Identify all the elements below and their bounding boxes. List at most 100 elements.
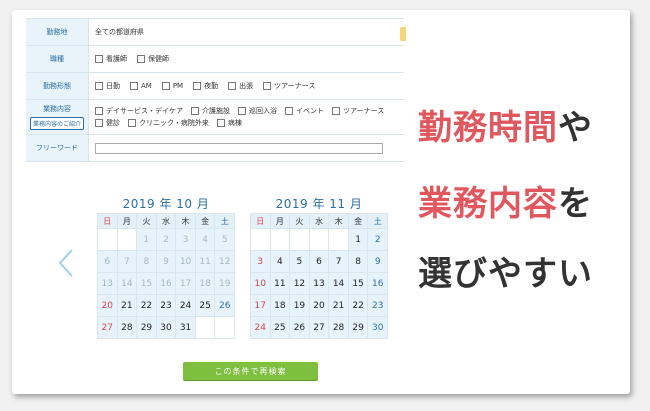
checkbox-option[interactable]: 看護師 xyxy=(95,54,127,64)
checkbox[interactable] xyxy=(216,119,225,127)
calendar-title: 2019 年 10 月 xyxy=(122,197,210,211)
calendar-day[interactable]: 29 xyxy=(348,317,369,339)
caption-line-1: 勤務時間や xyxy=(418,108,630,148)
calendar-day[interactable]: 25 xyxy=(195,295,216,317)
checkbox-option[interactable]: 巡回入浴 xyxy=(238,106,277,116)
checkbox-option[interactable]: AM xyxy=(130,82,152,90)
checkbox-option[interactable]: イベント xyxy=(285,106,324,116)
checkbox[interactable] xyxy=(193,82,202,90)
calendar-day[interactable]: 30 xyxy=(368,317,388,339)
calendar-day[interactable]: 2 xyxy=(368,229,388,251)
option-label: 保健師 xyxy=(148,55,169,63)
calendar-day[interactable]: 13 xyxy=(309,273,330,295)
calendar-day[interactable]: 1 xyxy=(348,229,369,251)
calendar-day[interactable]: 17 xyxy=(251,295,271,317)
calendar-day[interactable]: 29 xyxy=(137,317,157,339)
weekday-header: 水 xyxy=(309,214,330,229)
calendar-day[interactable]: 23 xyxy=(368,295,388,317)
calendar-day[interactable]: 10 xyxy=(251,273,271,295)
checkbox[interactable] xyxy=(95,107,103,115)
calendar-day[interactable]: 21 xyxy=(329,295,349,317)
calendar-day[interactable]: 22 xyxy=(137,295,157,317)
calendar-day[interactable]: 4 xyxy=(270,251,291,273)
calendar-day[interactable]: 16 xyxy=(368,273,388,295)
weekday-header: 日 xyxy=(98,214,118,229)
checkbox[interactable] xyxy=(285,107,293,115)
weekday-header: 日 xyxy=(251,214,271,229)
checkbox[interactable] xyxy=(263,82,272,90)
checkbox[interactable] xyxy=(128,119,136,127)
checkbox[interactable] xyxy=(95,119,103,127)
calendar-day[interactable]: 9 xyxy=(368,251,388,273)
checkbox-option[interactable]: 夜勤 xyxy=(193,81,218,91)
calendar-day[interactable]: 14 xyxy=(329,273,349,295)
calendar-day[interactable]: 28 xyxy=(117,317,138,339)
empty-day xyxy=(98,229,118,251)
calendar-day[interactable]: 24 xyxy=(176,295,196,317)
prefecture-select[interactable]: 全ての都道府県 xyxy=(89,19,404,45)
checkbox[interactable] xyxy=(137,55,145,63)
calendar-day[interactable]: 30 xyxy=(156,317,177,339)
calendar-day[interactable]: 25 xyxy=(270,317,291,339)
calendar-day[interactable]: 27 xyxy=(98,317,118,339)
calendar-day: 15 xyxy=(137,273,157,295)
free-word-input[interactable] xyxy=(95,142,383,154)
prefecture-select-tab[interactable] xyxy=(400,27,406,41)
checkbox-option[interactable]: 健診 xyxy=(95,118,120,128)
weekday-header: 火 xyxy=(290,214,310,229)
calendar-day[interactable]: 26 xyxy=(290,317,310,339)
calendar-day[interactable]: 26 xyxy=(215,295,235,317)
calendar-day[interactable]: 6 xyxy=(309,251,330,273)
calendar-day[interactable]: 3 xyxy=(251,251,271,273)
checkbox-option[interactable]: 病棟 xyxy=(216,118,242,128)
calendar-day[interactable]: 27 xyxy=(309,317,330,339)
checkbox-option[interactable]: デイサービス・デイケア xyxy=(95,106,183,116)
caption-line-2: 業務内容を xyxy=(418,184,630,224)
checkbox-option[interactable]: 介護施設 xyxy=(191,106,230,116)
calendar-day[interactable]: 18 xyxy=(270,295,291,317)
calendar-day[interactable]: 24 xyxy=(251,317,271,339)
option-label: 夜勤 xyxy=(204,82,219,90)
checkbox-option[interactable]: クリニック・病院外来 xyxy=(128,118,209,128)
calendar-day[interactable]: 19 xyxy=(290,295,310,317)
row-job-content: 業務内容 業務内容のご紹介 デイサービス・デイケア 介護施設 巡回入浴 イベント… xyxy=(26,100,404,135)
caption-highlight: 勤務時間 xyxy=(418,108,558,148)
calendar-day[interactable]: 11 xyxy=(270,273,291,295)
job-content-info-button[interactable]: 業務内容のご紹介 xyxy=(29,117,84,130)
checkbox-option[interactable]: PM xyxy=(161,82,183,90)
calendar-day: 16 xyxy=(156,273,177,295)
calendar-day[interactable]: 20 xyxy=(98,295,118,317)
checkbox[interactable] xyxy=(238,107,246,115)
calendar-day: 7 xyxy=(117,251,138,273)
empty-day xyxy=(117,229,138,251)
checkbox-option[interactable]: ツアーナース xyxy=(332,106,384,116)
search-form: 勤務地 全ての都道府県 職種 看護師 保健師 勤務形態 日勤 AM PM 夜勤 … xyxy=(26,18,406,162)
search-again-button[interactable]: この条件で再検索 xyxy=(183,362,318,380)
checkbox[interactable] xyxy=(191,107,199,115)
checkbox-option[interactable]: ツアーナース xyxy=(263,81,315,91)
calendar-day[interactable]: 20 xyxy=(309,295,330,317)
checkbox[interactable] xyxy=(228,82,237,90)
checkbox-option[interactable]: 保健師 xyxy=(137,54,169,64)
row-location: 勤務地 全ての都道府県 xyxy=(26,19,404,46)
calendar-day[interactable]: 22 xyxy=(348,295,369,317)
checkbox-option[interactable]: 出張 xyxy=(228,81,253,91)
calendar-day[interactable]: 7 xyxy=(329,251,349,273)
calendar-day[interactable]: 12 xyxy=(290,273,310,295)
row-label: 勤務地 xyxy=(26,19,89,45)
calendar-day[interactable]: 5 xyxy=(290,251,310,273)
chevron-left-icon[interactable] xyxy=(56,248,76,278)
calendar-day[interactable]: 31 xyxy=(176,317,196,339)
calendar-day: 1 xyxy=(137,229,157,251)
calendar-day[interactable]: 28 xyxy=(329,317,349,339)
calendar-day[interactable]: 23 xyxy=(156,295,177,317)
checkbox[interactable] xyxy=(161,82,170,90)
checkbox[interactable] xyxy=(95,82,103,90)
checkbox[interactable] xyxy=(95,55,103,63)
checkbox-option[interactable]: 日勤 xyxy=(95,81,120,91)
calendar-day[interactable]: 15 xyxy=(348,273,369,295)
calendar-day[interactable]: 8 xyxy=(348,251,369,273)
checkbox[interactable] xyxy=(332,107,340,115)
calendar-day[interactable]: 21 xyxy=(117,295,138,317)
checkbox[interactable] xyxy=(130,82,138,90)
